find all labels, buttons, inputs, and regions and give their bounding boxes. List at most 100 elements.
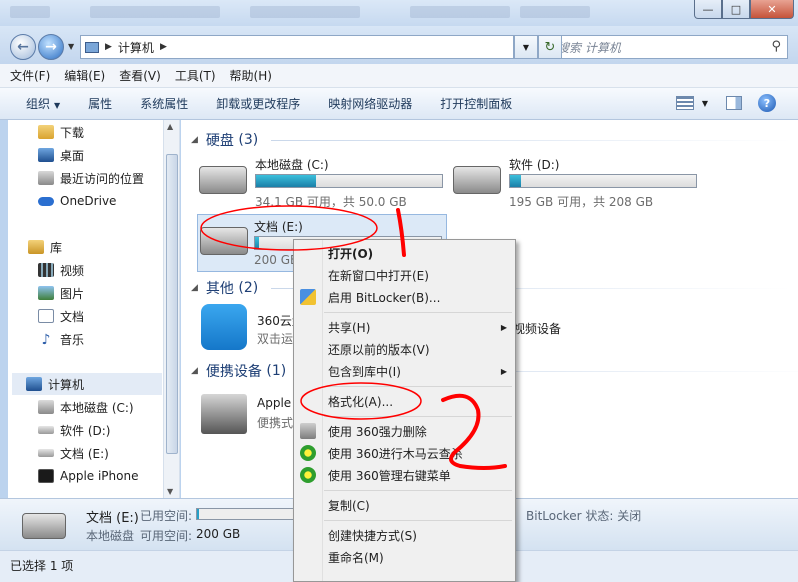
hard-drive-icon [199, 166, 247, 194]
title-ghost [250, 6, 360, 18]
chevron-down-icon[interactable]: ▼ [702, 99, 708, 108]
map-network-drive-button[interactable]: 映射网络驱动器 [328, 95, 412, 112]
collapse-triangle-icon[interactable]: ◢ [191, 135, 198, 145]
sidebar-item-label: 软件 (D:) [60, 423, 111, 438]
menu-file[interactable]: 文件(F) [10, 67, 50, 84]
properties-button[interactable]: 属性 [88, 95, 112, 112]
group-header-other[interactable]: ◢ 其他 (2) [191, 278, 791, 298]
forward-button[interactable]: → [38, 34, 64, 60]
group-header-portable[interactable]: ◢ 便携设备 (1) [191, 361, 798, 381]
maximize-button[interactable]: □ [722, 0, 750, 19]
sidebar-item-label: OneDrive [60, 194, 117, 208]
sidebar-scrollbar[interactable]: ▲ ▼ [163, 120, 179, 498]
details-free-value: 200 GB [196, 527, 241, 541]
context-format[interactable]: 格式化(A)... [294, 390, 515, 412]
context-include-library[interactable]: 包含到库中(I) ▶ [294, 360, 515, 382]
menu-tools[interactable]: 工具(T) [175, 67, 216, 84]
sidebar-item-pictures[interactable]: 图片 [38, 282, 84, 304]
shield-icon [300, 289, 316, 305]
collapse-triangle-icon[interactable]: ◢ [191, 366, 198, 376]
menu-view[interactable]: 查看(V) [119, 67, 161, 84]
phone-icon [38, 469, 54, 483]
sidebar-item-recent[interactable]: 最近访问的位置 [38, 167, 144, 189]
close-button[interactable]: ✕ [750, 0, 794, 19]
sidebar-item-drive-e[interactable]: 文档 (E:) [38, 442, 109, 464]
group-count: (1) [266, 363, 287, 379]
sidebar-item-downloads[interactable]: 下载 [38, 121, 84, 143]
breadcrumb-separator-icon[interactable]: ▶ [105, 42, 112, 52]
menu-edit[interactable]: 编辑(E) [64, 67, 105, 84]
sidebar-item-videos[interactable]: 视频 [38, 259, 84, 281]
search-input[interactable]: 搜索 计算机 ⚲ [548, 35, 788, 59]
context-360-menu-manager[interactable]: 使用 360管理右键菜单 [294, 464, 515, 486]
sidebar-item-label: 文档 [60, 309, 85, 324]
change-view-icon[interactable] [675, 96, 694, 110]
item-name: 视频设备 [513, 322, 562, 336]
sidebar-item-iphone[interactable]: Apple iPhone [38, 465, 138, 487]
sidebar-item-computer[interactable]: 计算机 [12, 373, 162, 395]
sidebar-item-drive-c[interactable]: 本地磁盘 (C:) [38, 396, 134, 418]
drive-capacity: 195 GB 可用，共 208 GB [509, 195, 654, 209]
menu-item-label: 包含到库中(I) [328, 364, 401, 379]
sidebar-item-label: Apple iPhone [60, 469, 139, 483]
refresh-button[interactable]: ↻ [538, 35, 562, 59]
menu-item-label: 打开(O) [328, 246, 374, 261]
preview-pane-icon[interactable] [726, 96, 742, 110]
details-drive-name: 文档 (E:) [86, 511, 139, 526]
context-360-shred[interactable]: 使用 360强力删除 [294, 420, 515, 442]
context-open-new-window[interactable]: 在新窗口中打开(E) [294, 264, 515, 286]
uninstall-program-button[interactable]: 卸载或更改程序 [216, 95, 300, 112]
breadcrumb-computer[interactable]: 计算机 [118, 39, 154, 56]
context-copy[interactable]: 复制(C) [294, 494, 515, 516]
sidebar-item-label: 桌面 [60, 148, 85, 163]
sidebar-item-documents[interactable]: 文档 [38, 305, 84, 327]
context-enable-bitlocker[interactable]: 启用 BitLocker(B)... [294, 286, 515, 308]
context-create-shortcut[interactable]: 创建快捷方式(S) [294, 524, 515, 546]
context-360-scan[interactable]: 使用 360进行木马云查杀 [294, 442, 515, 464]
360-security-icon [300, 467, 316, 483]
video-device[interactable]: 视频设备 [513, 320, 633, 340]
context-open[interactable]: 打开(O) [294, 242, 515, 264]
sidebar-item-music[interactable]: ♪ 音乐 [38, 328, 84, 350]
status-text: 已选择 1 项 [10, 559, 74, 573]
drive-d[interactable]: 软件 (D:) 195 GB 可用，共 208 GB [453, 156, 703, 212]
sidebar-item-libraries[interactable]: 库 [28, 236, 62, 258]
scrollbar-thumb[interactable] [166, 154, 178, 454]
group-header-hard-drives[interactable]: ◢ 硬盘 (3) [191, 130, 791, 150]
submenu-arrow-icon: ▶ [500, 366, 507, 376]
menu-help[interactable]: 帮助(H) [230, 67, 272, 84]
group-title: 其他 [205, 281, 234, 297]
address-bar[interactable]: ▶ 计算机 ▶ [80, 35, 514, 59]
organize-button[interactable]: 组织 ▼ [26, 95, 60, 112]
submenu-arrow-icon: ▶ [500, 322, 507, 332]
breadcrumb-separator-icon[interactable]: ▶ [160, 42, 167, 52]
context-restore-versions[interactable]: 还原以前的版本(V) [294, 338, 515, 360]
context-rename[interactable]: 重命名(M) [294, 546, 515, 568]
documents-library-icon [38, 309, 54, 323]
search-icon[interactable]: ⚲ [771, 39, 781, 54]
help-icon[interactable]: ? [758, 94, 776, 112]
recent-pages-dropdown-icon[interactable]: ▼ [68, 42, 74, 51]
scroll-up-icon[interactable]: ▲ [167, 122, 173, 131]
cloud-icon [201, 304, 247, 350]
address-dropdown-icon[interactable]: ▼ [514, 35, 538, 59]
folder-icon [38, 125, 54, 139]
context-share[interactable]: 共享(H) ▶ [294, 316, 515, 338]
chevron-down-icon: ▼ [54, 101, 61, 110]
menu-item-label: 使用 360强力删除 [328, 424, 427, 439]
drive-capacity: 200 GB [254, 253, 299, 267]
sidebar-item-desktop[interactable]: 桌面 [38, 144, 84, 166]
collapse-triangle-icon[interactable]: ◢ [191, 283, 198, 293]
minimize-button[interactable]: — [694, 0, 722, 19]
onedrive-cloud-icon [38, 196, 54, 206]
sidebar-item-drive-d[interactable]: 软件 (D:) [38, 419, 110, 441]
open-control-panel-button[interactable]: 打开控制面板 [440, 95, 512, 112]
scroll-down-icon[interactable]: ▼ [167, 487, 173, 496]
back-button[interactable]: ← [10, 34, 36, 60]
drive-usage-fill [255, 237, 259, 249]
drive-c[interactable]: 本地磁盘 (C:) 34.1 GB 可用，共 50.0 GB [199, 156, 449, 212]
drive-usage-fill [510, 175, 522, 187]
sidebar-item-onedrive[interactable]: OneDrive [38, 190, 116, 212]
system-properties-button[interactable]: 系统属性 [140, 95, 188, 112]
details-bitlocker-status: BitLocker 状态: 关闭 [526, 509, 642, 523]
